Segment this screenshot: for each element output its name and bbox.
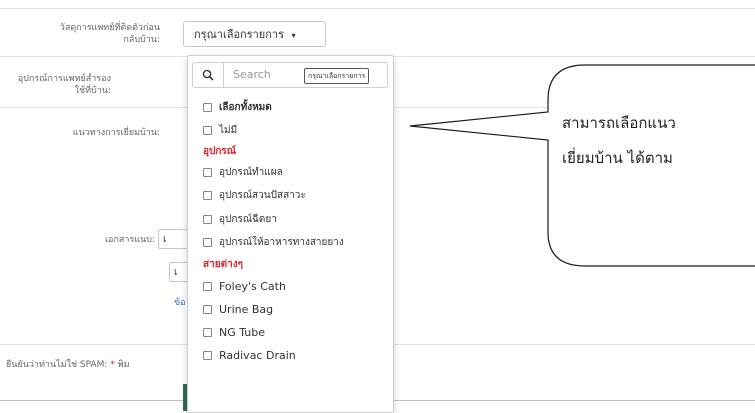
callout-bubble	[409, 64, 755, 267]
callout-text-line2: เยี่ยมบ้าน ได้ตาม	[562, 149, 673, 167]
callout-text-line1: สามารถเลือกแนว	[562, 114, 676, 132]
